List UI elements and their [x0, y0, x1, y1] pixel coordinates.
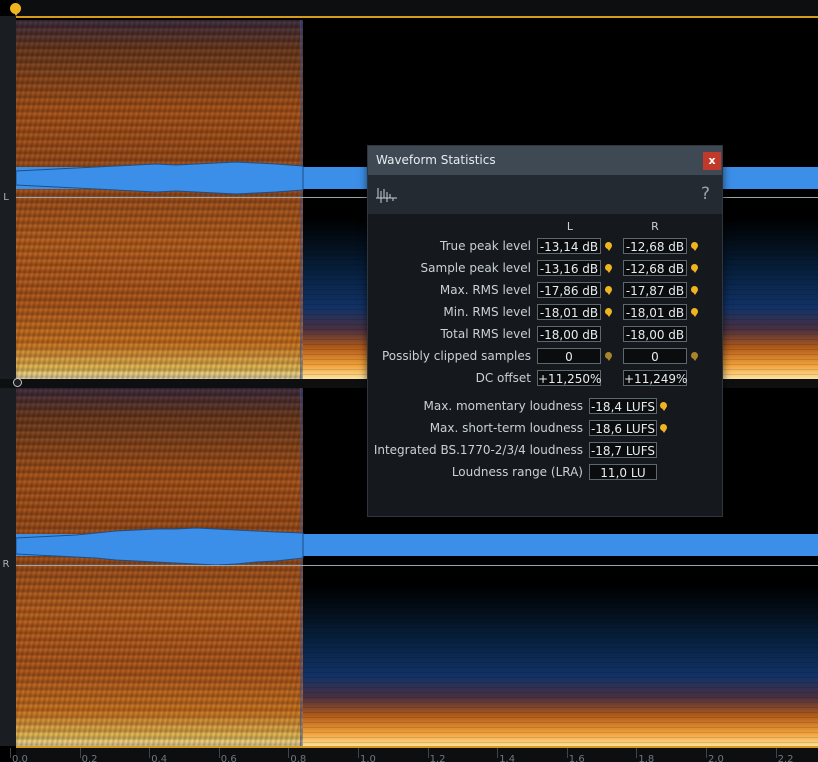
stat-value-right: -18,00 dB — [623, 326, 687, 342]
ruler-tick — [10, 748, 11, 758]
stat-label: True peak level — [440, 239, 531, 253]
right-channel-label: R — [2, 559, 10, 570]
channel-centerline — [16, 565, 818, 566]
ruler-tick-label: 1.8 — [638, 754, 655, 762]
ruler-tick — [288, 748, 290, 758]
loudness-value: -18,7 LUFS — [589, 442, 657, 458]
column-header-left: L — [566, 220, 574, 233]
playhead-marker[interactable] — [10, 3, 21, 16]
close-button[interactable]: x — [703, 152, 721, 170]
stat-value-left: -13,16 dB — [537, 260, 601, 276]
peak-marker-icon[interactable] — [605, 308, 612, 317]
dialog-titlebar[interactable]: Waveform Statistics x — [368, 146, 722, 175]
peak-marker-icon[interactable] — [605, 264, 612, 273]
stat-label: Min. RMS level — [443, 305, 531, 319]
peak-marker-icon[interactable] — [605, 242, 612, 251]
peak-marker-icon[interactable] — [605, 352, 612, 361]
column-header-right: R — [651, 220, 659, 233]
audio-editor: L R 0.0 0.2 0.4 0.6 0.8 1.0 1.2 1.4 1.6 1.8 2.0 2.2… — [0, 0, 818, 762]
ruler-tick — [358, 748, 359, 758]
peak-marker-icon[interactable] — [691, 352, 698, 361]
ruler-tick-label: 1.4 — [499, 754, 516, 762]
stat-value-left: -17,86 dB — [537, 282, 601, 298]
stat-value-left: -13,14 dB — [537, 238, 601, 254]
stat-label: DC offset — [475, 371, 531, 385]
ruler-tick-label: 1.0 — [360, 754, 376, 762]
ruler-tick — [566, 748, 568, 758]
loudness-value: -18,4 LUFS — [589, 398, 657, 414]
time-ruler[interactable]: 0.0 0.2 0.4 0.6 0.8 1.0 1.2 1.4 1.6 1.8 2.0 2.2 — [10, 746, 818, 762]
peak-marker-icon[interactable] — [691, 286, 698, 295]
ruler-tick — [218, 748, 220, 758]
stat-value-left: +11,250% — [537, 370, 602, 386]
loudness-label: Loudness range (LRA) — [451, 465, 583, 479]
peak-marker-icon[interactable] — [691, 308, 698, 317]
ruler-tick — [497, 748, 499, 758]
dialog-toolbar: ? — [368, 175, 722, 214]
ruler-tick-label: 0.6 — [220, 754, 237, 762]
loudness-label: Max. short-term loudness — [429, 421, 583, 435]
left-channel-label: L — [3, 192, 9, 203]
peak-marker-icon[interactable] — [660, 402, 667, 411]
ruler-tick — [427, 748, 429, 758]
dialog-body: L R True peak level -13,14 dB -12,68 dB Sam… — [368, 214, 722, 516]
loudness-value: 11,0 LU — [589, 464, 657, 480]
ruler-tick-label: 1.6 — [568, 754, 585, 762]
peak-marker-icon[interactable] — [660, 424, 667, 433]
ruler-tick — [775, 748, 777, 758]
stat-label: Max. RMS level — [439, 283, 531, 297]
loudness-value: -18,6 LUFS — [589, 420, 657, 436]
stat-value-right: -18,01 dB — [623, 304, 687, 320]
ruler-tick-label: 1.2 — [429, 754, 446, 762]
waveform-left — [16, 161, 304, 195]
ruler-tick — [149, 748, 151, 758]
dialog-title: Waveform Statistics — [376, 153, 496, 167]
ruler-tick-label: 0.0 — [12, 754, 28, 762]
stat-label: Total RMS level — [440, 327, 532, 341]
loudness-label: Integrated BS.1770-2/3/4 loudness — [373, 443, 583, 457]
ruler-tick — [706, 748, 707, 758]
ruler-tick — [79, 748, 81, 758]
ruler-tick-label: 0.4 — [151, 754, 168, 762]
waveform-stats-icon[interactable] — [376, 186, 398, 204]
peak-marker-icon[interactable] — [605, 286, 612, 295]
ruler-tick-label: 2.2 — [777, 754, 794, 762]
stat-value-left: -18,01 dB — [537, 304, 601, 320]
ruler-tick — [636, 748, 638, 758]
ruler-tick-label: 0.2 — [81, 754, 98, 762]
top-ruler[interactable] — [16, 0, 818, 18]
stat-label: Possibly clipped samples — [381, 349, 531, 363]
waveform-right — [16, 527, 304, 566]
stat-value-right: -12,68 dB — [623, 260, 687, 276]
stat-value-right: -12,68 dB — [623, 238, 687, 254]
ruler-tick-label: 0.8 — [290, 754, 307, 762]
stat-value-left: 0 — [537, 348, 601, 364]
stat-value-right: -17,87 dB — [623, 282, 687, 298]
peak-marker-icon[interactable] — [691, 242, 698, 251]
divider-handle[interactable] — [13, 378, 22, 387]
loudness-label: Max. momentary loudness — [423, 399, 583, 413]
stat-value-left: -18,00 dB — [537, 326, 601, 342]
waveform-statistics-dialog: Waveform Statistics x ? L R True peak le… — [367, 145, 723, 517]
stat-label: Sample peak level — [420, 261, 531, 275]
stat-value-right: +11,249% — [623, 370, 688, 386]
stat-value-right: 0 — [623, 348, 687, 364]
ruler-tick-label: 2.0 — [708, 754, 724, 762]
peak-marker-icon[interactable] — [691, 264, 698, 273]
help-icon[interactable]: ? — [701, 184, 710, 204]
